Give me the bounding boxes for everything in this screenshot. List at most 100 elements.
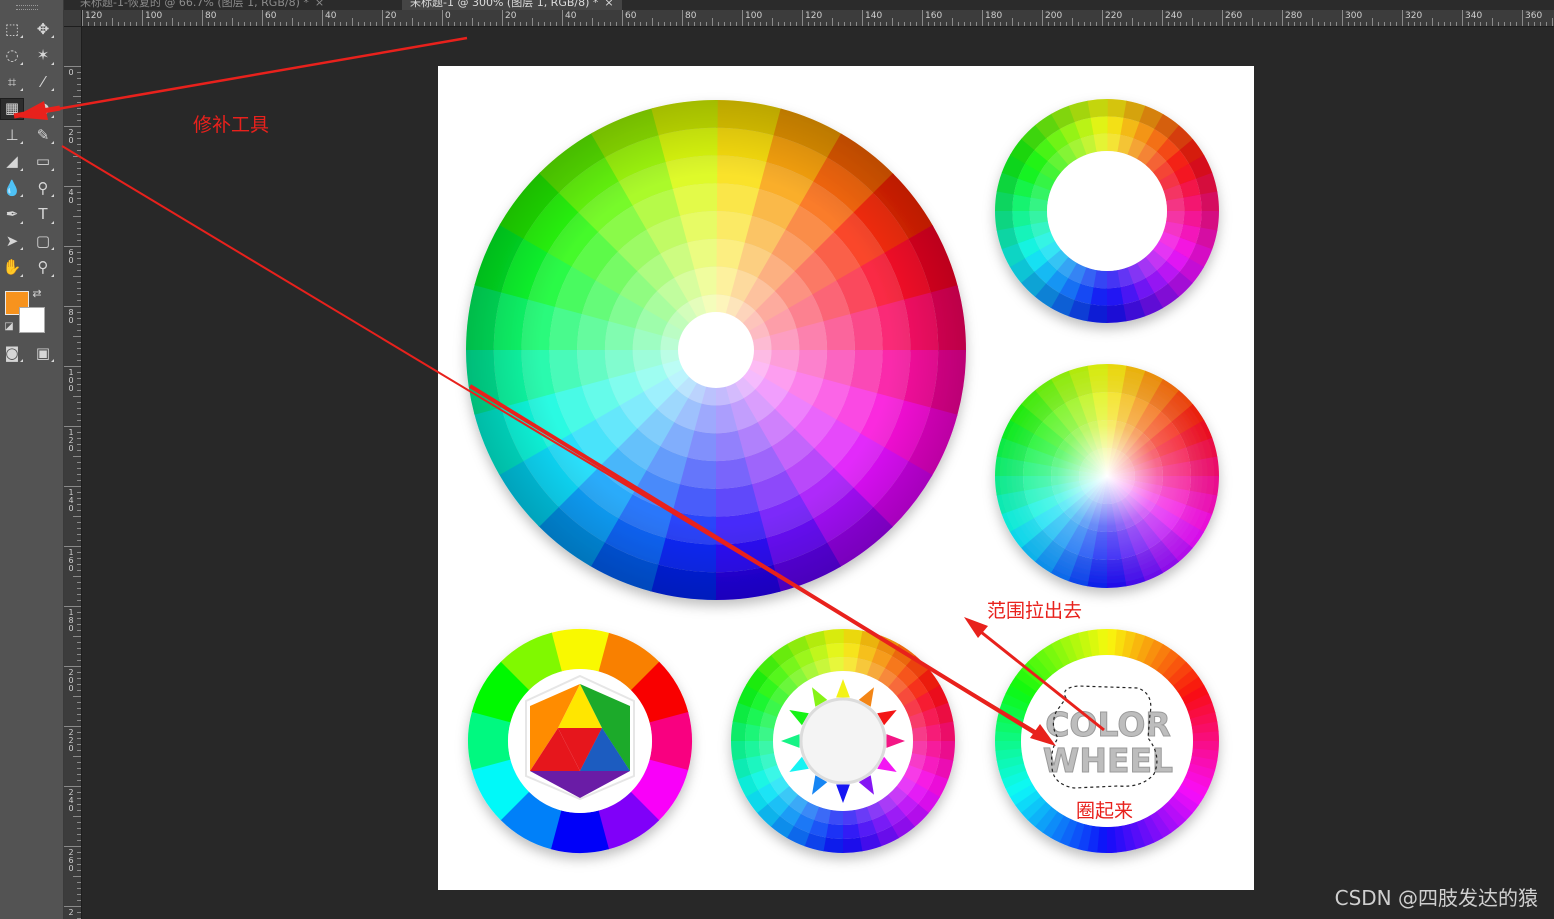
ruler-tick [1162,10,1163,26]
ruler-tick [1282,10,1283,26]
screen-mode-icon[interactable]: ▣ [31,342,55,364]
move-tool-icon[interactable]: ✥ [31,18,55,40]
dodge-tool-icon[interactable]: ⚲ [31,177,55,199]
annotation-drag-out-label: 范围拉出去 [987,600,1083,622]
ruler-label: 80 [205,11,217,21]
ruler-label: 140 [68,488,74,513]
ruler-label: 180 [68,608,74,633]
crop-tool-icon[interactable]: ⌗ [0,71,24,93]
triangle-color-wheel [468,629,692,853]
ruler-label: 20 [68,128,74,145]
ruler-tick [922,10,923,26]
default-colors-icon[interactable]: ◪ [2,320,16,334]
horizontal-ruler[interactable]: 120 100 80 60 40 20 0 20 40 60 80 100 120 140 160 180 20… [64,10,1554,27]
background-color-swatch[interactable] [19,307,45,333]
document-canvas[interactable]: COLOR WHEEL [438,66,1254,890]
ruler-label: 100 [745,11,763,21]
tools-panel: ⇄ ◪ ⬚ ✥ ◌ ✶ ⌗ ⁄ ▦ ● ⊥ ✎ ◢ ▭ 💧 ⚲ ✒ T ➤ ▢ ✋ ⚲ ◙ ▣ [0,0,64,919]
ruler-label: 360 [1525,11,1543,21]
ruler-label: 0 [68,68,74,77]
ruler-tick [502,10,503,26]
tab-close-icon[interactable]: × [315,0,324,9]
ruler-label: 320 [1405,11,1423,21]
rectangular-marquee-tool-icon[interactable]: ⬚ [0,18,24,40]
clone-stamp-tool-icon[interactable]: ⊥ [0,124,24,146]
ruler-tick [82,10,83,26]
gradient-tool-icon[interactable]: ▭ [31,151,55,173]
ruler-tick [64,486,81,487]
ruler-tick [64,426,81,427]
vertical-ruler[interactable]: 0 20 40 60 80 100 120 140 160 180 200 220 240 260 2 [64,26,82,919]
tab-label: 未标题-1 @ 300% (图层 1, RGB/8) * [410,0,599,9]
patch-tool-icon[interactable]: ▦ [0,97,24,120]
ruler-tick [1042,10,1043,26]
ruler-label: 40 [68,188,74,205]
pen-tool-icon[interactable]: ✒ [0,204,24,226]
ruler-tick [142,10,143,26]
color-wheels-image: COLOR WHEEL [466,99,1219,853]
ruler-tick [64,546,81,547]
type-tool-icon[interactable]: T [31,204,55,226]
tab-close-icon[interactable]: × [604,0,613,9]
ruler-label: 100 [145,11,163,21]
lasso-tool-icon[interactable]: ◌ [0,45,24,67]
ruler-tick [64,126,81,127]
ruler-label: 80 [68,308,74,325]
ruler-tick [742,10,743,26]
magic-wand-tool-icon[interactable]: ✶ [31,45,55,67]
quick-mask-icon[interactable]: ◙ [0,342,24,364]
tab-label: 未标题-1-恢复的 @ 66.7% (图层 1, RGB/8) * [80,0,309,9]
ruler-tick [442,10,443,26]
ruler-label: 260 [68,848,74,873]
ruler-label: 340 [1465,11,1483,21]
brush-tool-icon[interactable]: ● [31,98,55,120]
ruler-label: 160 [68,548,74,573]
ruler-label: 20 [385,11,397,21]
path-selection-tool-icon[interactable]: ➤ [0,230,24,252]
ruler-tick [64,186,81,187]
ruler-tick [64,906,81,907]
ruler-tick [382,10,383,26]
eraser-tool-icon[interactable]: ◢ [0,151,24,173]
ruler-tick [322,10,323,26]
ruler-label: 300 [1345,11,1363,21]
zoom-tool-icon[interactable]: ⚲ [31,257,55,279]
ring-color-wheel [995,99,1219,324]
ruler-label: 280 [1285,11,1303,21]
ruler-label: 60 [68,248,74,265]
ruler-label: 2 [68,908,74,917]
blur-tool-icon[interactable]: 💧 [0,177,24,199]
hand-tool-icon[interactable]: ✋ [0,257,24,279]
sun-color-wheel [731,629,956,853]
ruler-tick [64,246,81,247]
ruler-tick [982,10,983,26]
ruler-tick [64,666,81,667]
ruler-tick [1402,10,1403,26]
ruler-label: 240 [1165,11,1183,21]
ruler-tick [64,786,81,787]
ruler-tick [64,366,81,367]
annotation-arrow-line [39,36,468,114]
panel-grip-icon[interactable] [16,5,38,10]
swap-colors-icon[interactable]: ⇄ [30,286,44,300]
history-brush-tool-icon[interactable]: ✎ [31,124,55,146]
ruler-tick [862,10,863,26]
ruler-label: 100 [68,368,74,393]
ruler-label: 220 [68,728,74,753]
ruler-label: 180 [985,11,1003,21]
tab-document-recovered[interactable]: 未标题-1-恢复的 @ 66.7% (图层 1, RGB/8) * × [72,0,333,10]
ruler-tick [1222,10,1223,26]
ruler-tick [64,606,81,607]
document-tab-bar: 未标题-1-恢复的 @ 66.7% (图层 1, RGB/8) * × 未标题-1… [64,0,1554,10]
annotation-patch-tool-label: 修补工具 [193,114,270,136]
ruler-label: 20 [505,11,517,21]
ruler-tick [64,306,81,307]
ruler-origin[interactable] [64,10,82,27]
tab-document-active[interactable]: 未标题-1 @ 300% (图层 1, RGB/8) * × [402,0,622,10]
shape-tool-icon[interactable]: ▢ [31,230,55,252]
ruler-label: 200 [68,668,74,693]
ruler-label: 80 [685,11,697,21]
eyedropper-tool-icon[interactable]: ⁄ [31,71,55,93]
ruler-tick [622,10,623,26]
ruler-tick [682,10,683,26]
